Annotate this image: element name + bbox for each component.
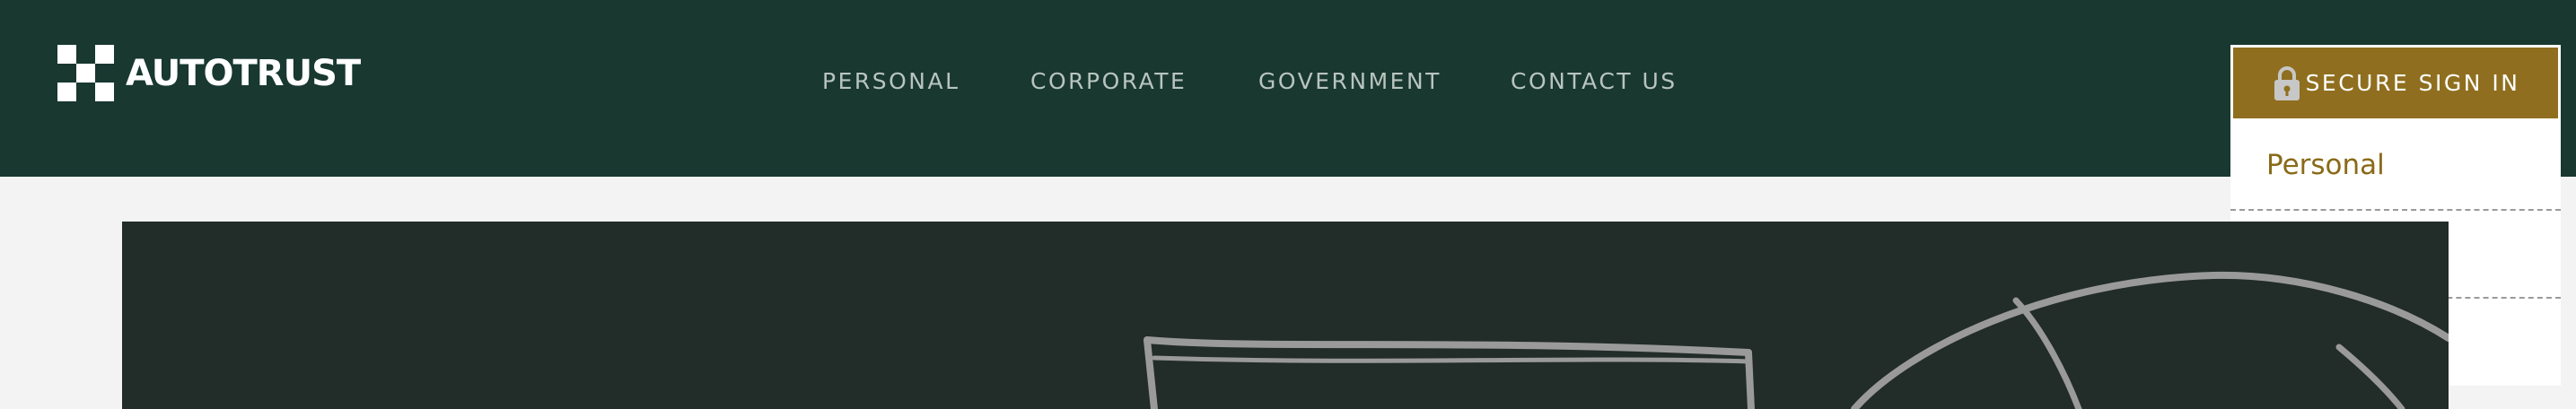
lock-icon xyxy=(2274,65,2300,100)
nav-corporate[interactable]: CORPORATE xyxy=(1030,68,1187,94)
nav-contact-us[interactable]: CONTACT US xyxy=(1511,68,1678,94)
site-header: AUTOTRUST PERSONAL CORPORATE GOVERNMENT … xyxy=(0,0,2576,177)
hero-illustration xyxy=(1143,271,2449,409)
checker-logo-icon xyxy=(57,45,115,102)
nav-government[interactable]: GOVERNMENT xyxy=(1258,68,1441,94)
nav-personal[interactable]: PERSONAL xyxy=(822,68,960,94)
logo-text: AUTOTRUST xyxy=(126,53,361,94)
secure-sign-in-button[interactable]: SECURE SIGN IN xyxy=(2230,45,2561,121)
dropdown-item-personal[interactable]: Personal xyxy=(2230,121,2561,209)
secure-sign-in-label: SECURE SIGN IN xyxy=(2305,70,2520,96)
autotrust-logo[interactable]: AUTOTRUST xyxy=(57,45,361,102)
hero-banner xyxy=(122,222,2449,409)
